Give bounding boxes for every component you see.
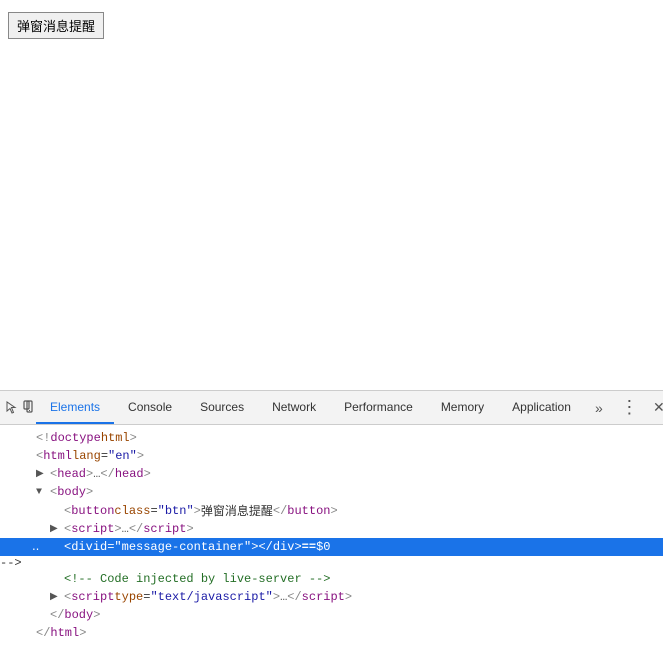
tab-elements[interactable]: Elements	[36, 391, 114, 424]
more-options-icon[interactable]: ⋮	[615, 394, 643, 422]
devtools-elements-panel[interactable]: <!doctype html> <html lang="en"> ▶ <head…	[0, 425, 663, 653]
code-line-button: <button class="btn">弹窗消息提醒</button>	[0, 501, 663, 520]
code-line-html: <html lang="en">	[0, 447, 663, 465]
tab-console[interactable]: Console	[114, 391, 186, 424]
close-devtools-icon[interactable]: ✕	[645, 394, 663, 422]
tab-sources[interactable]: Sources	[186, 391, 258, 424]
code-line-html-close: </html>	[0, 624, 663, 642]
code-line-script2: ▶ <script type="text/javascript">…</scri…	[0, 588, 663, 606]
page-button[interactable]: 弹窗消息提醒	[8, 12, 104, 39]
code-line-comment: <!-- Code injected by live-server -->	[0, 570, 663, 588]
devtools-toolbar-right: » ⋮ ✕	[585, 394, 663, 422]
devtools-tabs: Elements Console Sources Network Perform…	[36, 391, 585, 424]
devtools-panel: Elements Console Sources Network Perform…	[0, 390, 663, 653]
device-mode-icon[interactable]	[20, 394, 36, 422]
more-tabs-icon[interactable]: »	[585, 394, 613, 422]
tab-memory[interactable]: Memory	[427, 391, 498, 424]
code-line-body-close: </body>	[0, 606, 663, 624]
code-line-head: ▶ <head>…</head>	[0, 465, 663, 483]
code-line-script1: ▶ <script>…</script>	[0, 520, 663, 538]
tab-application[interactable]: Application	[498, 391, 585, 424]
code-line-doctype: <!doctype html>	[0, 429, 663, 447]
devtools-toolbar: Elements Console Sources Network Perform…	[0, 391, 663, 425]
tab-performance[interactable]: Performance	[330, 391, 427, 424]
browser-page: 弹窗消息提醒	[0, 0, 663, 390]
code-line-body-open: ▼ <body>	[0, 483, 663, 501]
code-line-div-selected[interactable]: ‥ <div id="message-container"></div> == …	[0, 538, 663, 556]
tab-network[interactable]: Network	[258, 391, 330, 424]
inspect-element-icon[interactable]	[4, 394, 20, 422]
